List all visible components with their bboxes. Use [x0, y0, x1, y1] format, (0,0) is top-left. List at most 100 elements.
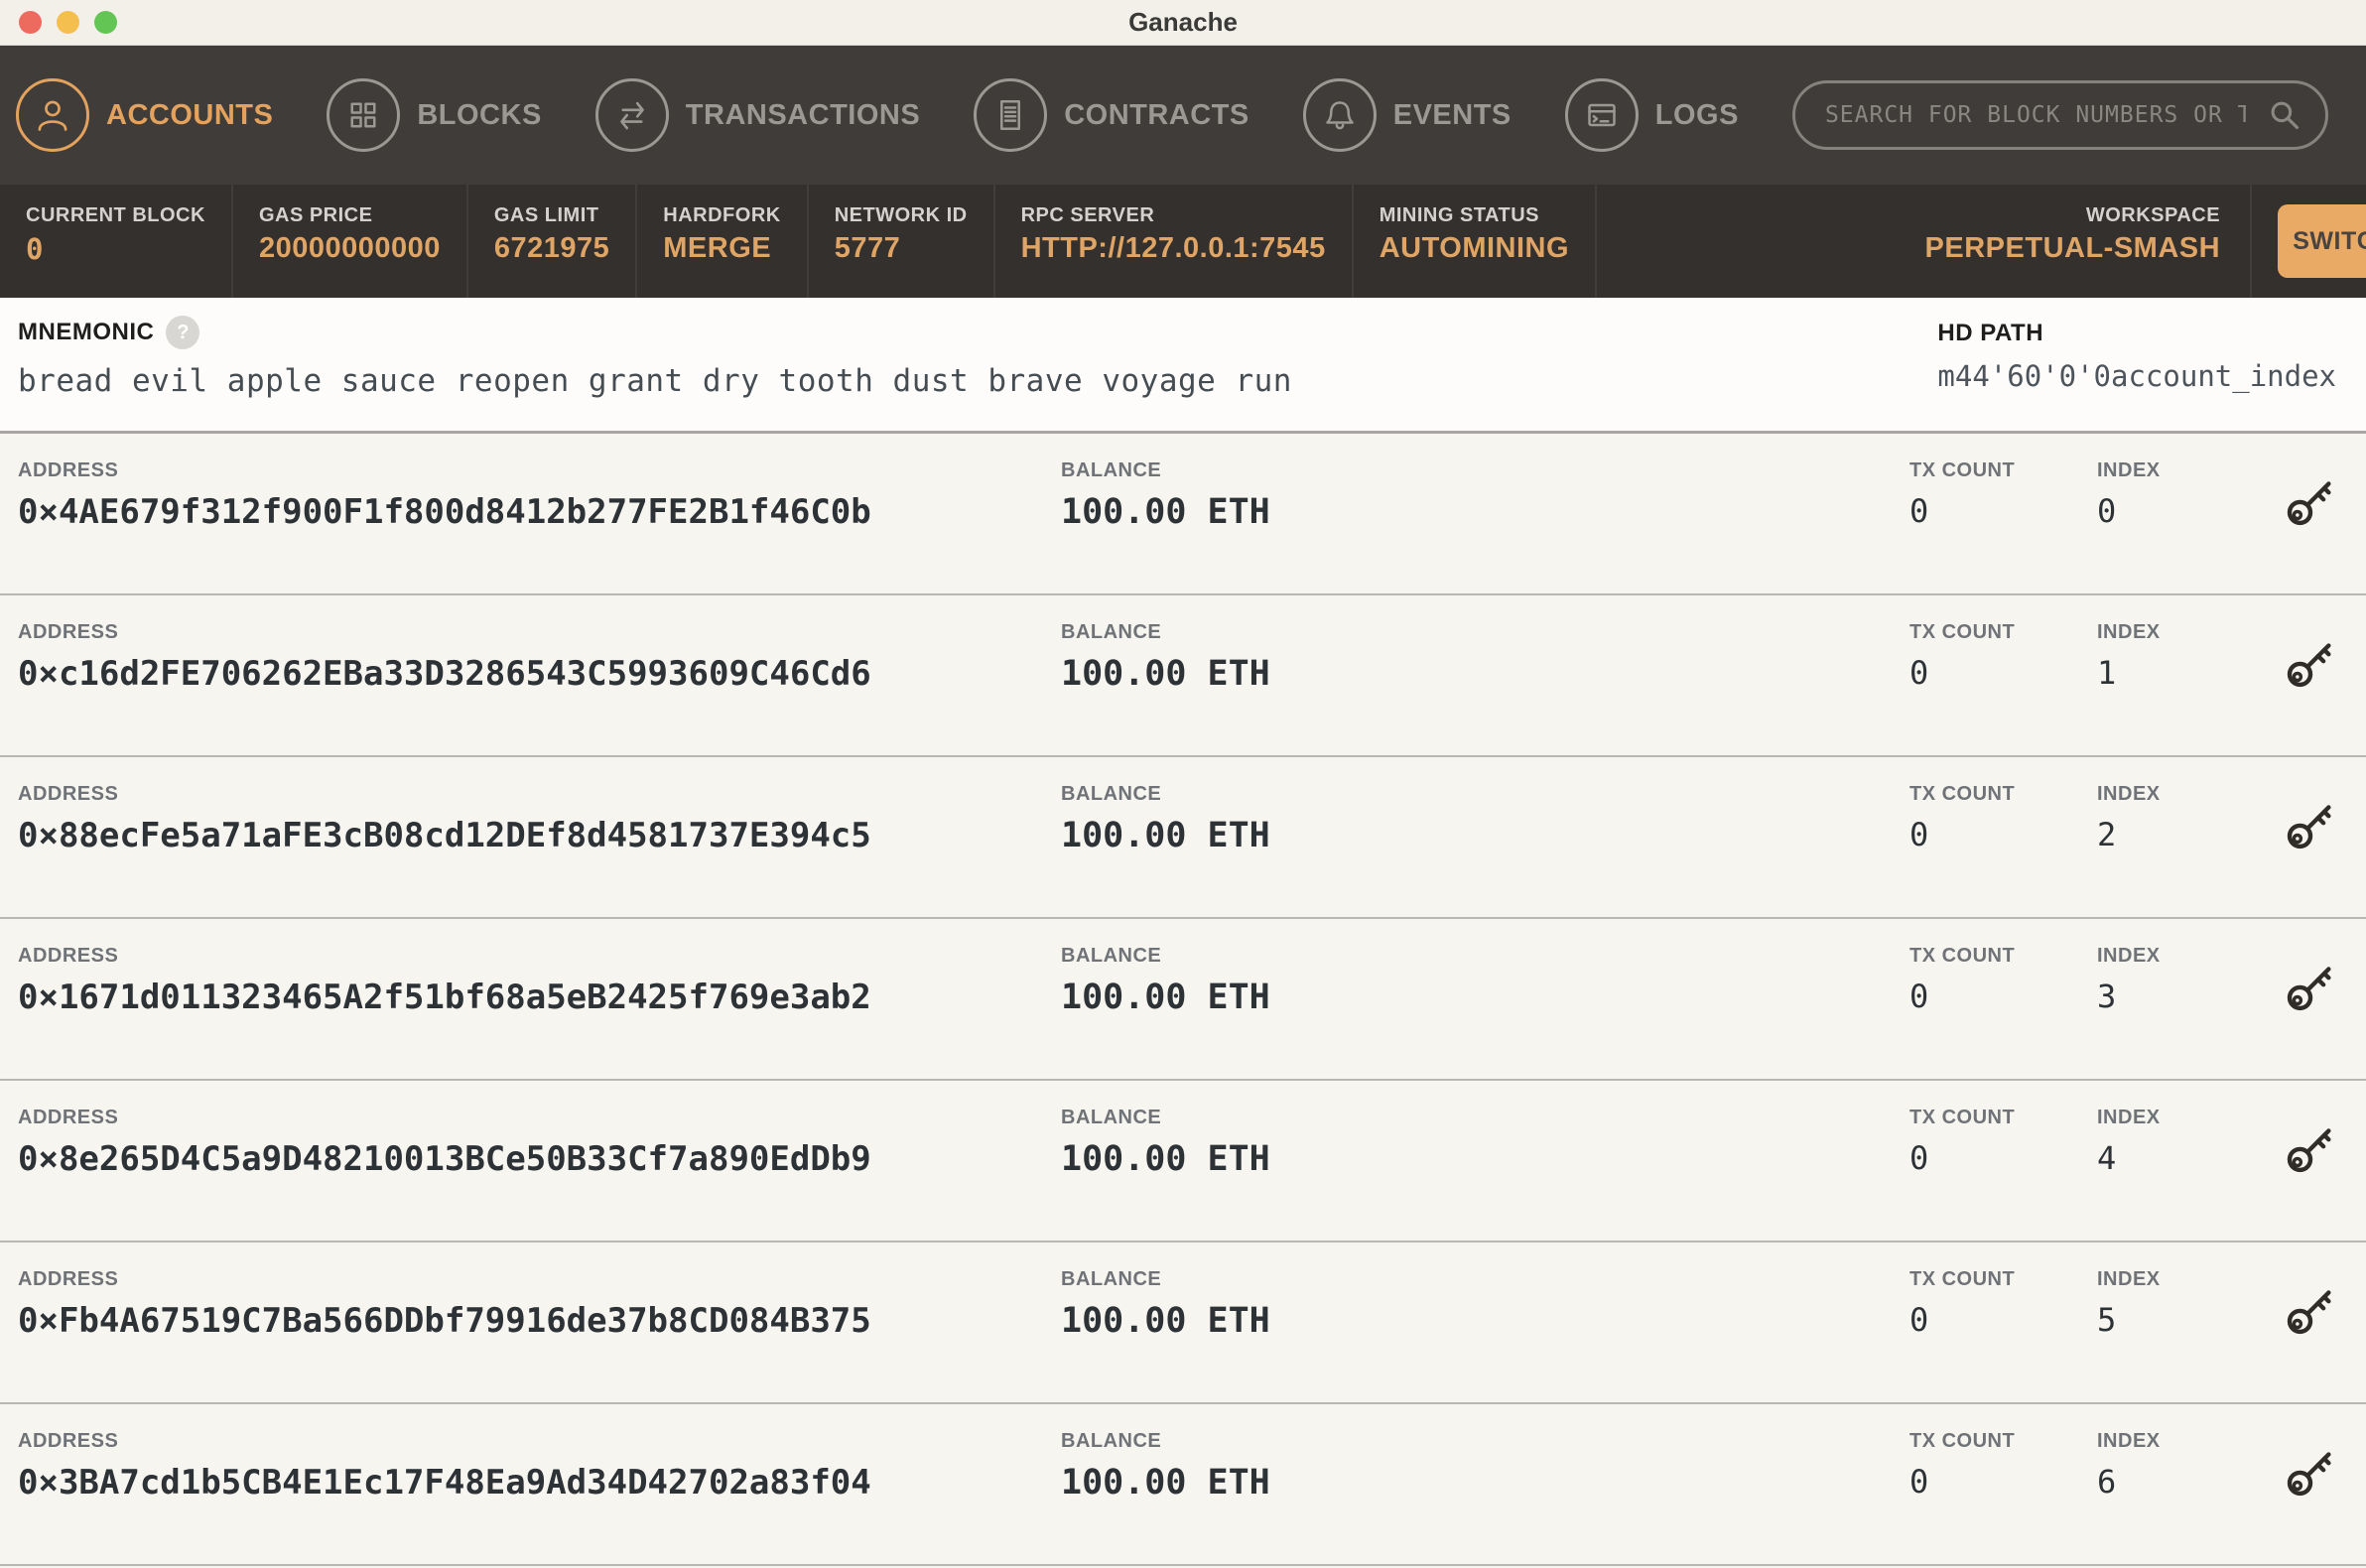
account-balance-cell: BALANCE 100.00 ETH [1061, 459, 1909, 593]
tab-blocks-label: BLOCKS [417, 99, 541, 132]
tab-logs-label: LOGS [1655, 99, 1739, 132]
tab-events-label: EVENTS [1393, 99, 1512, 132]
txcount-column-label: TX COUNT [1909, 459, 2097, 482]
account-balance-cell: BALANCE 100.00 ETH [1061, 1268, 1909, 1402]
address-column-label: ADDRESS [18, 621, 1061, 644]
switch-workspace-button[interactable]: SWITCH [2278, 204, 2366, 278]
account-txcount-cell: TX COUNT 0 [1909, 1430, 2097, 1564]
status-value: 6721975 [494, 232, 609, 265]
account-key-cell [2283, 621, 2366, 755]
key-icon [2283, 1326, 2338, 1341]
show-private-key-button[interactable] [2283, 959, 2338, 1017]
transactions-icon [595, 78, 669, 152]
hd-path-label: HD PATH [1937, 320, 2336, 347]
index-column-label: INDEX [2097, 945, 2283, 968]
balance-column-label: BALANCE [1061, 1430, 1909, 1453]
account-row: ADDRESS 0×Fb4A67519C7Ba566DDbf79916de37b… [0, 1242, 2366, 1404]
account-index: 1 [2097, 654, 2283, 692]
account-balance: 100.00 ETH [1061, 1139, 1909, 1179]
status-label: GAS PRICE [259, 204, 441, 227]
account-row: ADDRESS 0×1671d011323465A2f51bf68a5eB242… [0, 919, 2366, 1081]
tab-events[interactable]: EVENTS [1303, 78, 1512, 152]
tab-contracts[interactable]: CONTRACTS [974, 78, 1249, 152]
status-label: RPC SERVER [1021, 204, 1326, 227]
status-value: 5777 [835, 232, 968, 265]
account-key-cell [2283, 459, 2366, 593]
account-balance-cell: BALANCE 100.00 ETH [1061, 1430, 1909, 1564]
address-column-label: ADDRESS [18, 945, 1061, 968]
txcount-column-label: TX COUNT [1909, 1107, 2097, 1129]
account-balance: 100.00 ETH [1061, 978, 1909, 1017]
tab-blocks[interactable]: BLOCKS [327, 78, 541, 152]
balance-column-label: BALANCE [1061, 459, 1909, 482]
show-private-key-button[interactable] [2283, 635, 2338, 694]
status-bar: CURRENT BLOCK 0 GAS PRICE 20000000000 GA… [0, 185, 2366, 298]
tab-logs[interactable]: LOGS [1565, 78, 1739, 152]
status-value: MERGE [663, 232, 780, 265]
show-private-key-button[interactable] [2283, 1120, 2338, 1179]
account-index: 2 [2097, 816, 2283, 853]
account-txcount-cell: TX COUNT 0 [1909, 783, 2097, 917]
account-key-cell [2283, 945, 2366, 1079]
account-txcount-cell: TX COUNT 0 [1909, 945, 2097, 1079]
tab-accounts[interactable]: ACCOUNTS [16, 78, 273, 152]
logs-icon [1565, 78, 1639, 152]
show-private-key-button[interactable] [2283, 473, 2338, 532]
status-label: MINING STATUS [1380, 204, 1569, 227]
address-column-label: ADDRESS [18, 1430, 1061, 1453]
account-row: ADDRESS 0×4AE679f312f900F1f800d8412b277F… [0, 434, 2366, 595]
search-input[interactable] [1792, 80, 2328, 150]
index-column-label: INDEX [2097, 1268, 2283, 1291]
account-index-cell: INDEX 3 [2097, 945, 2283, 1079]
account-balance: 100.00 ETH [1061, 1463, 1909, 1503]
mnemonic-label: MNEMONIC [18, 319, 154, 346]
txcount-column-label: TX COUNT [1909, 945, 2097, 968]
balance-column-label: BALANCE [1061, 1268, 1909, 1291]
status-value: 20000000000 [259, 232, 441, 265]
account-txcount: 0 [1909, 978, 2097, 1015]
status-value: HTTP://127.0.0.1:7545 [1021, 232, 1326, 265]
account-address: 0×c16d2FE706262EBa33D3286543C5993609C46C… [18, 654, 1061, 694]
account-balance: 100.00 ETH [1061, 654, 1909, 694]
hd-path-value: m44'60'0'0account_index [1937, 359, 2336, 393]
account-address-cell: ADDRESS 0×4AE679f312f900F1f800d8412b277F… [18, 459, 1061, 593]
txcount-column-label: TX COUNT [1909, 621, 2097, 644]
search-container [1792, 80, 2328, 150]
account-row: ADDRESS 0×88ecFe5a71aFE3cB08cd12DEf8d458… [0, 757, 2366, 919]
key-icon [2283, 517, 2338, 532]
show-private-key-button[interactable] [2283, 1444, 2338, 1503]
account-balance-cell: BALANCE 100.00 ETH [1061, 783, 1909, 917]
account-balance-cell: BALANCE 100.00 ETH [1061, 621, 1909, 755]
search-icon[interactable] [2265, 95, 2304, 140]
account-txcount-cell: TX COUNT 0 [1909, 621, 2097, 755]
main-navbar: ACCOUNTS BLOCKS TRANSACTIONS [0, 46, 2366, 185]
blocks-icon [327, 78, 400, 152]
status-label: GAS LIMIT [494, 204, 609, 227]
account-address: 0×88ecFe5a71aFE3cB08cd12DEf8d4581737E394… [18, 816, 1061, 855]
index-column-label: INDEX [2097, 783, 2283, 806]
show-private-key-button[interactable] [2283, 797, 2338, 855]
txcount-column-label: TX COUNT [1909, 1430, 2097, 1453]
tab-transactions[interactable]: TRANSACTIONS [595, 78, 920, 152]
status-value: 0 [26, 232, 205, 266]
index-column-label: INDEX [2097, 459, 2283, 482]
account-key-cell [2283, 1268, 2366, 1402]
account-txcount-cell: TX COUNT 0 [1909, 1107, 2097, 1241]
events-icon [1303, 78, 1377, 152]
workspace-value: PERPETUAL-SMASH [1623, 232, 2220, 265]
account-index: 4 [2097, 1139, 2283, 1177]
window-titlebar: Ganache [0, 0, 2366, 46]
account-address: 0×8e265D4C5a9D48210013BCe50B33Cf7a890EdD… [18, 1139, 1061, 1179]
account-index-cell: INDEX 5 [2097, 1268, 2283, 1402]
account-index-cell: INDEX 6 [2097, 1430, 2283, 1564]
mnemonic-help-icon[interactable]: ? [166, 316, 199, 349]
status-label: HARDFORK [663, 204, 780, 227]
account-address: 0×4AE679f312f900F1f800d8412b277FE2B1f46C… [18, 492, 1061, 532]
balance-column-label: BALANCE [1061, 783, 1909, 806]
index-column-label: INDEX [2097, 621, 2283, 644]
account-index-cell: INDEX 4 [2097, 1107, 2283, 1241]
key-icon [2283, 1488, 2338, 1503]
account-address: 0×1671d011323465A2f51bf68a5eB2425f769e3a… [18, 978, 1061, 1017]
balance-column-label: BALANCE [1061, 1107, 1909, 1129]
show-private-key-button[interactable] [2283, 1282, 2338, 1341]
